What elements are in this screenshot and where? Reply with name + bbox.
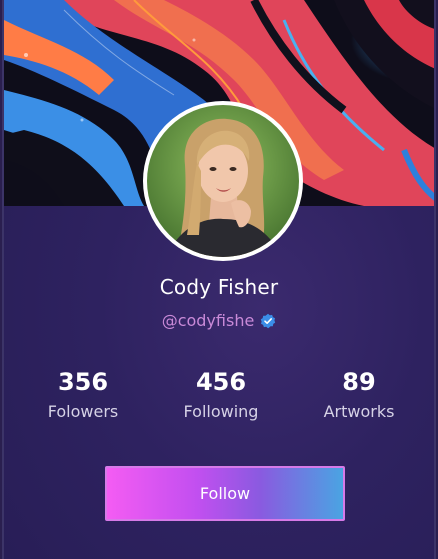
following-label: Following <box>183 402 259 421</box>
stat-following[interactable]: 456 Following <box>161 366 281 421</box>
stat-artworks[interactable]: 89 Artworks <box>299 366 419 421</box>
artworks-count: 89 <box>342 368 376 396</box>
profile-photo <box>147 105 299 257</box>
verified-badge-icon <box>260 313 276 329</box>
follow-button[interactable]: Follow <box>105 466 345 521</box>
avatar[interactable] <box>143 101 303 261</box>
profile-handle[interactable]: @codyfishe <box>162 311 255 330</box>
followers-count: 356 <box>57 368 109 396</box>
stat-followers[interactable]: 356 Folowers <box>23 366 143 421</box>
artworks-label: Artworks <box>323 402 395 421</box>
followers-label: Folowers <box>47 402 119 421</box>
handle-row: @codyfishe <box>4 311 434 330</box>
profile-card: Cody Fisher @codyfishe 356 Folowers 456 … <box>2 0 436 559</box>
following-count: 456 <box>195 368 247 396</box>
profile-stats: 356 Folowers 456 Following 89 Artworks <box>4 366 434 426</box>
profile-name: Cody Fisher <box>159 275 279 299</box>
